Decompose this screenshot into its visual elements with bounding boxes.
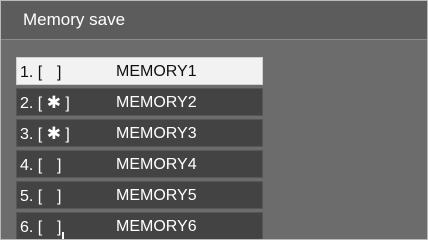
memory-name: MEMORY3 — [116, 125, 197, 142]
saved-star-icon: ✱ — [46, 93, 61, 113]
memory-name: MEMORY5 — [116, 187, 197, 204]
memory-row-6[interactable]: 6. [ ] MEMORY6 — [16, 212, 263, 239]
memory-slot-label: 6. [ ] — [20, 219, 62, 236]
memory-slot-label: 2. [ ✱ ] — [20, 93, 70, 113]
memory-save-dialog: Memory save 1. [ ] MEMORY1 2. [ ✱ ] MEMO… — [0, 0, 428, 240]
memory-slot-label: 1. [ ] — [20, 64, 62, 81]
memory-name: MEMORY1 — [116, 63, 197, 80]
memory-slot-label: 4. [ ] — [20, 157, 62, 174]
title-bar: Memory save — [1, 1, 427, 40]
saved-star-icon: ✱ — [46, 124, 61, 144]
memory-name: MEMORY6 — [116, 218, 197, 235]
memory-row-3[interactable]: 3. [ ✱ ] MEMORY3 — [16, 119, 263, 147]
memory-list: 1. [ ] MEMORY1 2. [ ✱ ] MEMORY2 3. [ ✱ ]… — [16, 57, 263, 239]
text-cursor — [62, 232, 64, 239]
dialog-title: Memory save — [23, 10, 126, 29]
memory-row-1[interactable]: 1. [ ] MEMORY1 — [16, 57, 263, 85]
memory-row-4[interactable]: 4. [ ] MEMORY4 — [16, 150, 263, 178]
memory-row-2[interactable]: 2. [ ✱ ] MEMORY2 — [16, 88, 263, 116]
memory-name: MEMORY4 — [116, 156, 197, 173]
memory-slot-label: 5. [ ] — [20, 188, 62, 205]
memory-slot-label: 3. [ ✱ ] — [20, 124, 70, 144]
memory-row-5[interactable]: 5. [ ] MEMORY5 — [16, 181, 263, 209]
memory-name: MEMORY2 — [116, 94, 197, 111]
